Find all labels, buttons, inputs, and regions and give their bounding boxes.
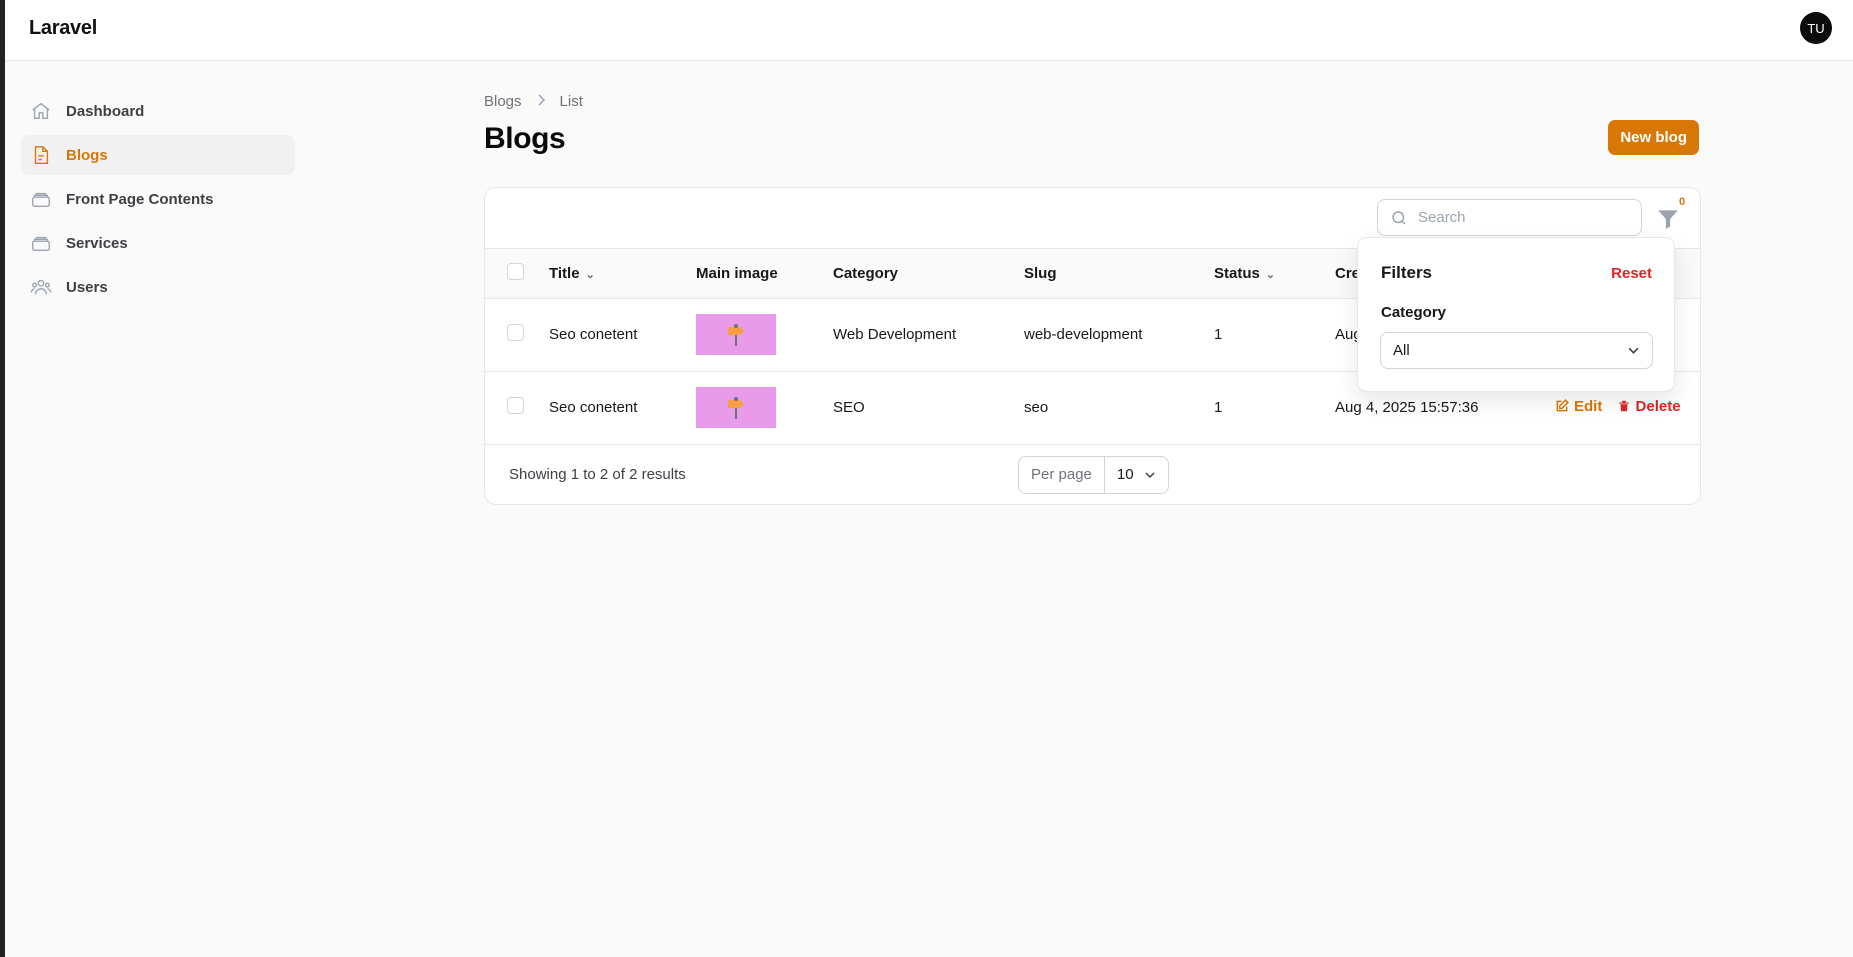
chevron-down-icon: ⌄ [585, 268, 595, 281]
pencil-square-icon [1556, 399, 1569, 412]
sidebar-item-blogs[interactable]: Blogs [21, 135, 295, 175]
table-footer: Showing 1 to 2 of 2 results Per page 10 [485, 445, 1700, 505]
cell-category: Web Development [833, 326, 957, 343]
edit-button[interactable]: Edit [1555, 398, 1602, 415]
sidebar-item-dashboard[interactable]: Dashboard [21, 91, 295, 131]
stack-icon [32, 236, 50, 252]
per-page-label: Per page [1019, 456, 1105, 493]
filter-count-badge: 0 [1679, 196, 1686, 208]
sidebar-item-label: Services [66, 234, 128, 252]
sidebar-item-services[interactable]: Services [21, 223, 295, 263]
user-avatar[interactable]: TU [1800, 12, 1832, 44]
stack-icon [32, 192, 50, 208]
sidebar-item-label: Blogs [66, 146, 108, 164]
row-select-cell [485, 371, 549, 444]
sidebar-item-label: Front Page Contents [66, 190, 214, 208]
chevron-right-icon [536, 93, 546, 109]
cell-title: Seo conetent [549, 399, 638, 416]
blog-thumbnail-image [696, 387, 776, 428]
cell-title: Seo conetent [549, 326, 638, 343]
category-filter-value: All [1393, 342, 1410, 359]
cell-slug: web-development [1024, 326, 1143, 343]
cell-status: 1 [1214, 326, 1223, 343]
sidebar-item-label: Users [66, 278, 108, 296]
topbar: Laravel TU [5, 0, 1853, 61]
row-select-cell [485, 298, 549, 371]
column-title[interactable]: Title ⌄ [549, 249, 696, 298]
filters-popover: Filters Reset Category All [1357, 237, 1675, 392]
filter-icon[interactable] [1655, 206, 1681, 232]
window-edge [0, 0, 5, 957]
cell-main-image [696, 371, 833, 444]
search-field[interactable] [1377, 199, 1642, 236]
cell-slug: seo [1024, 399, 1049, 416]
row-checkbox[interactable] [507, 324, 524, 341]
chevron-down-icon: ⌄ [1265, 268, 1276, 281]
cell-category: SEO [833, 399, 865, 416]
breadcrumb: Blogs List [484, 91, 1701, 111]
breadcrumb-item-blogs[interactable]: Blogs [484, 93, 522, 110]
sidebar-item-front-page-contents[interactable]: Front Page Contents [21, 179, 295, 219]
page-title: Blogs [484, 122, 566, 155]
column-slug: Slug [1024, 264, 1057, 282]
new-blog-button[interactable]: New blog [1608, 120, 1699, 155]
trash-icon [1618, 401, 1629, 412]
sidebar-item-users[interactable]: Users [21, 267, 295, 307]
per-page-value[interactable]: 10 [1105, 466, 1168, 483]
home-icon [32, 102, 50, 120]
category-filter-label: Category [1381, 304, 1447, 321]
delete-button[interactable]: Delete [1617, 398, 1681, 415]
results-summary: Showing 1 to 2 of 2 results [509, 465, 686, 483]
users-icon [30, 279, 52, 295]
edit-label: Edit [1574, 397, 1603, 415]
breadcrumb-item-list[interactable]: List [560, 93, 583, 110]
column-category: Category [833, 264, 899, 282]
chevron-down-icon [1145, 471, 1155, 478]
cell-status: 1 [1214, 399, 1223, 416]
column-status[interactable]: Status ⌄ [1214, 249, 1335, 298]
search-input[interactable] [1418, 209, 1618, 226]
delete-label: Delete [1635, 397, 1681, 415]
select-all-cell [485, 249, 549, 298]
select-all-checkbox[interactable] [507, 262, 524, 280]
sidebar-item-label: Dashboard [66, 102, 145, 120]
search-icon [1392, 210, 1406, 225]
main-content: Blogs List Blogs New blog 0 Title⌄ Main … [484, 91, 1701, 505]
brand-logo[interactable]: Laravel [29, 17, 97, 40]
chevron-down-icon [1628, 347, 1639, 354]
row-checkbox[interactable] [507, 397, 524, 414]
cell-main-image [696, 298, 833, 371]
document-icon [34, 146, 49, 164]
filters-reset-button[interactable]: Reset [1611, 265, 1652, 282]
blog-thumbnail-image [696, 314, 776, 355]
column-main-image: Main image [696, 264, 778, 282]
filters-title: Filters [1381, 263, 1433, 282]
category-filter-select[interactable]: All [1380, 332, 1653, 369]
sidebar: Dashboard Blogs Front Page Contents Serv… [21, 91, 295, 311]
per-page-select[interactable]: Per page 10 [1018, 455, 1169, 494]
